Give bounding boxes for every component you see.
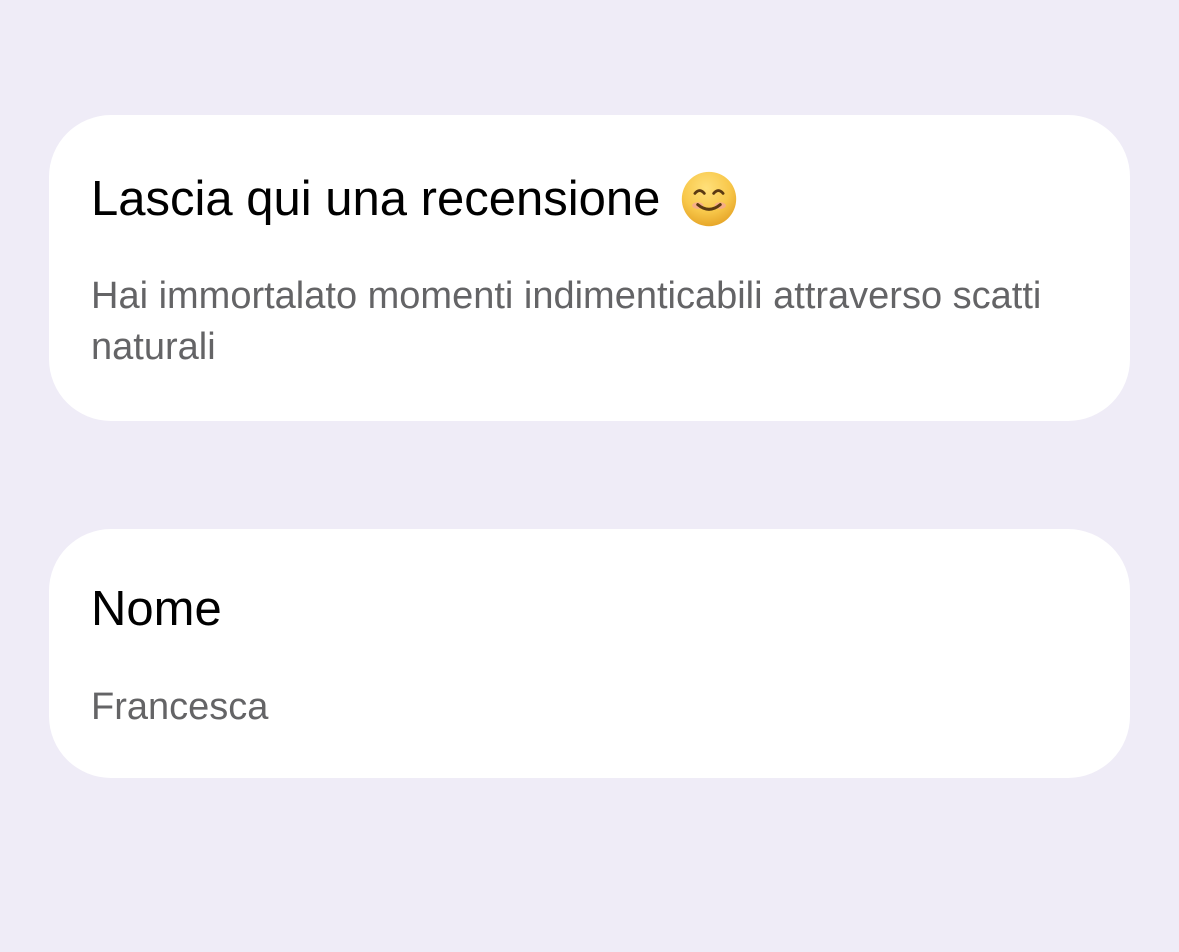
review-title-row: Lascia qui una recensione xyxy=(91,169,739,229)
name-card: Nome Francesca xyxy=(49,529,1130,778)
smiling-face-icon xyxy=(682,171,737,227)
name-label: Nome xyxy=(91,582,222,636)
review-title: Lascia qui una recensione xyxy=(91,171,661,226)
review-card: Lascia qui una recensione Hai immortalat… xyxy=(49,115,1130,421)
review-description: Hai immortalato momenti indimenticabili … xyxy=(91,275,1042,368)
review-page: Lascia qui una recensione Hai immortalat… xyxy=(0,0,1179,952)
name-value: Francesca xyxy=(91,686,269,728)
